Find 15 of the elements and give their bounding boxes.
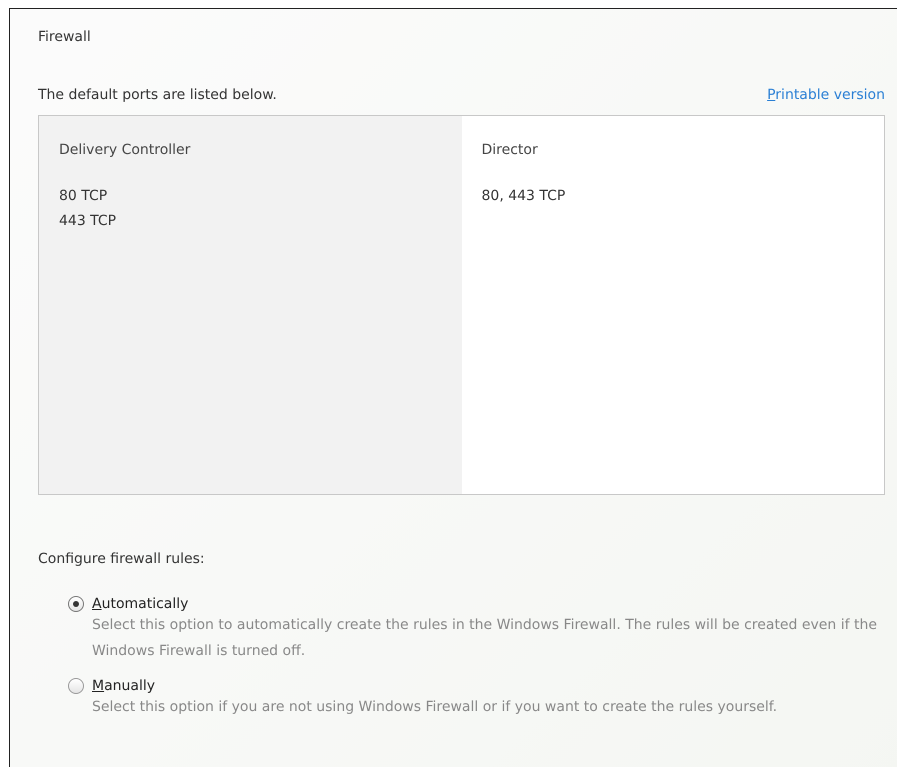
radio-button[interactable] (68, 678, 84, 694)
option-description: Select this option to automatically create the rules in the Windows Firewall. The rules will be created even if the Windows Firewall is turned off. (92, 616, 878, 661)
section-title: Firewall (38, 29, 92, 45)
option-description: Select this option if you are not using Windows Firewall or if you want to create the rules yourself. (92, 698, 778, 717)
port-entry: 443 TCP (59, 212, 118, 231)
intro-text: The default ports are listed below. (38, 87, 277, 103)
printable-version-link[interactable]: Printable version (767, 87, 885, 103)
column-heading: Delivery Controller (59, 142, 192, 158)
configure-label: Configure firewall rules: (38, 551, 206, 567)
option-label[interactable]: Automatically (92, 596, 188, 612)
port-entry: 80, 443 TCP (482, 187, 566, 206)
option-label[interactable]: Manually (92, 678, 156, 694)
column-heading: Director (482, 142, 539, 158)
port-entry: 80 TCP (59, 187, 108, 206)
radio-button[interactable] (68, 596, 84, 612)
